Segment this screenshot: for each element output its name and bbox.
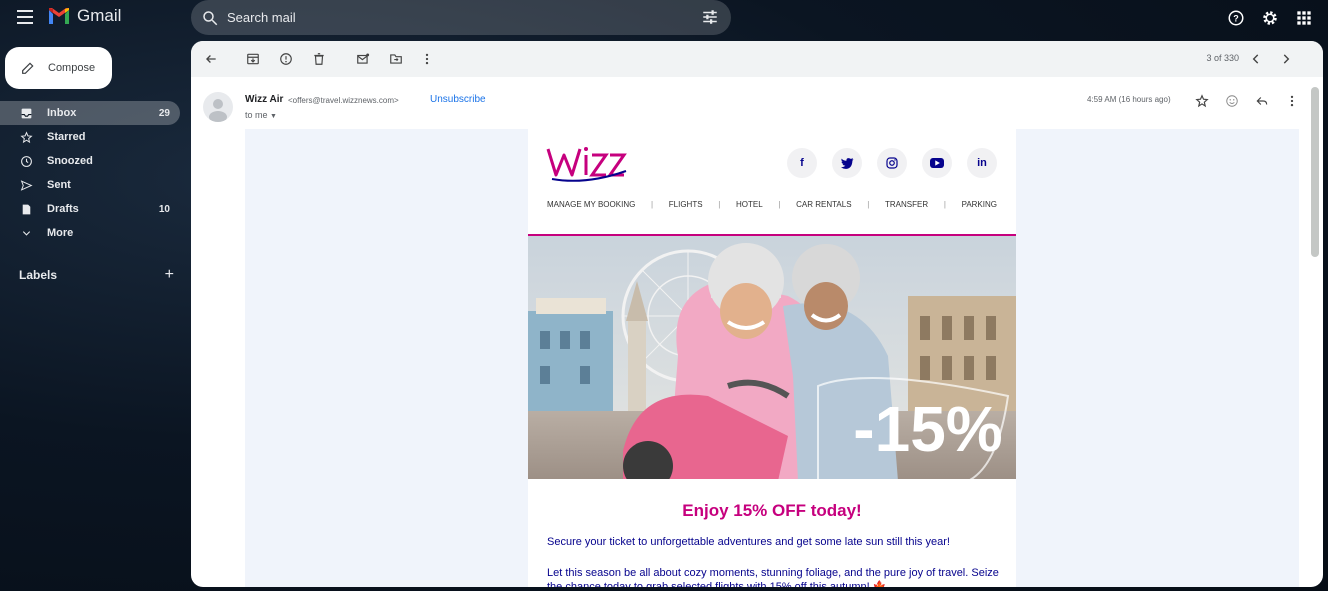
caret-down-icon: ▼ [270, 113, 277, 120]
back-arrow-icon[interactable] [204, 52, 218, 66]
sidebar-item-label: Drafts [47, 203, 79, 215]
more-vertical-icon[interactable] [1285, 94, 1299, 108]
youtube-icon[interactable] [922, 148, 952, 178]
chevron-left-icon[interactable] [1249, 52, 1263, 66]
sidebar-item-sent[interactable]: Sent [0, 173, 180, 197]
twitter-icon[interactable] [832, 148, 862, 178]
svg-text:?: ? [1233, 13, 1239, 23]
delete-trash-icon[interactable] [312, 52, 326, 66]
emoji-react-icon[interactable] [1225, 94, 1239, 108]
unsubscribe-link[interactable]: Unsubscribe [430, 94, 486, 105]
promo-headline: Enjoy 15% OFF today! [682, 501, 862, 520]
recipient-label: to me [245, 110, 268, 120]
reply-icon[interactable] [1255, 94, 1269, 108]
message-timestamp: 4:59 AM (16 hours ago) [1087, 95, 1171, 104]
sidebar-item-label: More [47, 227, 74, 239]
draft-icon [19, 202, 33, 216]
more-vertical-icon[interactable] [420, 52, 434, 66]
menu-link-parking[interactable]: PARKING [962, 200, 997, 209]
menu-link-manage-booking[interactable]: MANAGE MY BOOKING [547, 200, 635, 209]
labels-title: Labels [19, 268, 58, 282]
sidebar-item-label: Sent [47, 179, 71, 191]
app-name: Gmail [77, 6, 122, 25]
message-panel: 3 of 330 Wizz Air <offers@travel.wizznew… [191, 41, 1323, 587]
chevron-right-icon[interactable] [1279, 52, 1293, 66]
pagination-count: 3 of 330 [1206, 53, 1239, 63]
drafts-count: 10 [158, 203, 170, 215]
menu-link-transfer[interactable]: TRANSFER [885, 200, 928, 209]
compose-label: Compose [48, 62, 96, 74]
move-to-folder-icon[interactable] [389, 52, 403, 66]
sidebar-item-inbox[interactable]: Inbox 29 [0, 101, 180, 125]
search-input[interactable] [227, 10, 687, 25]
inbox-icon [19, 106, 33, 120]
recipient-dropdown[interactable]: to me ▼ [245, 110, 277, 120]
sidebar-item-more[interactable]: More [0, 221, 180, 245]
menu-separator: | [651, 200, 654, 209]
pencil-icon [22, 62, 34, 74]
labels-section: Labels + [19, 266, 174, 284]
wizz-logo[interactable] [546, 141, 630, 183]
search-icon[interactable] [201, 9, 219, 27]
sidebar-item-starred[interactable]: Starred [0, 125, 180, 149]
menu-separator: | [718, 200, 721, 209]
linkedin-icon[interactable]: in [967, 148, 997, 178]
scrollbar-thumb[interactable] [1311, 87, 1319, 257]
send-icon [19, 178, 33, 192]
hero-illustration: -15% [528, 236, 1016, 479]
menu-link-flights[interactable]: FLIGHTS [669, 200, 703, 209]
sidebar-item-label: Inbox [47, 107, 77, 119]
top-bar: Gmail ? [0, 0, 1328, 36]
add-label-icon[interactable]: + [165, 266, 174, 284]
sender-name[interactable]: Wizz Air [245, 94, 283, 105]
menu-separator: | [943, 200, 946, 209]
menu-separator: | [867, 200, 870, 209]
facebook-icon[interactable]: f [787, 148, 817, 178]
unread-count: 29 [158, 107, 170, 119]
sender-email: <offers@travel.wizznews.com> [288, 96, 399, 105]
menu-link-car-rentals[interactable]: CAR RENTALS [796, 200, 851, 209]
settings-gear-icon[interactable] [1260, 8, 1280, 28]
search-options-icon[interactable] [701, 8, 719, 26]
compose-button[interactable]: Compose [5, 47, 112, 89]
instagram-icon[interactable] [877, 148, 907, 178]
sidebar-item-label: Snoozed [47, 155, 93, 167]
default-avatar-icon [209, 99, 227, 122]
mark-unread-icon[interactable] [356, 52, 370, 66]
chevron-down-icon [19, 226, 33, 240]
report-spam-icon[interactable] [279, 52, 293, 66]
help-icon[interactable]: ? [1226, 8, 1246, 28]
promo-paragraph-1: Secure your ticket to unforgettable adve… [547, 536, 950, 548]
hero-banner-image[interactable]: -15% [528, 234, 1016, 479]
archive-icon[interactable] [246, 52, 260, 66]
menu-link-hotel[interactable]: HOTEL [736, 200, 763, 209]
gmail-m-icon [49, 8, 69, 24]
sidebar-item-snoozed[interactable]: Snoozed [0, 149, 180, 173]
apps-grid-icon[interactable] [1294, 8, 1314, 28]
main-menu-icon[interactable] [17, 10, 33, 24]
search-bar[interactable] [191, 0, 731, 35]
star-icon[interactable] [1195, 94, 1209, 108]
discount-badge-text: -15% [853, 393, 1002, 465]
avatar[interactable] [203, 92, 233, 122]
sidebar-item-drafts[interactable]: Drafts 10 [0, 197, 180, 221]
email-nav-menu: MANAGE MY BOOKING | FLIGHTS | HOTEL | CA… [547, 200, 997, 209]
sidebar-nav: Inbox 29 Starred Snoozed Sent Drafts 10 … [0, 101, 180, 245]
promo-paragraph-2: Let this season be all about cozy moment… [547, 567, 999, 587]
email-content-card: f in MANAGE MY BOOKING | FLIGHTS | HOTEL… [528, 129, 1016, 587]
sidebar-item-label: Starred [47, 131, 86, 143]
star-icon [19, 130, 33, 144]
menu-separator: | [778, 200, 781, 209]
clock-icon [19, 154, 33, 168]
message-toolbar: 3 of 330 [191, 41, 1323, 77]
gmail-logo[interactable]: Gmail [47, 6, 121, 26]
